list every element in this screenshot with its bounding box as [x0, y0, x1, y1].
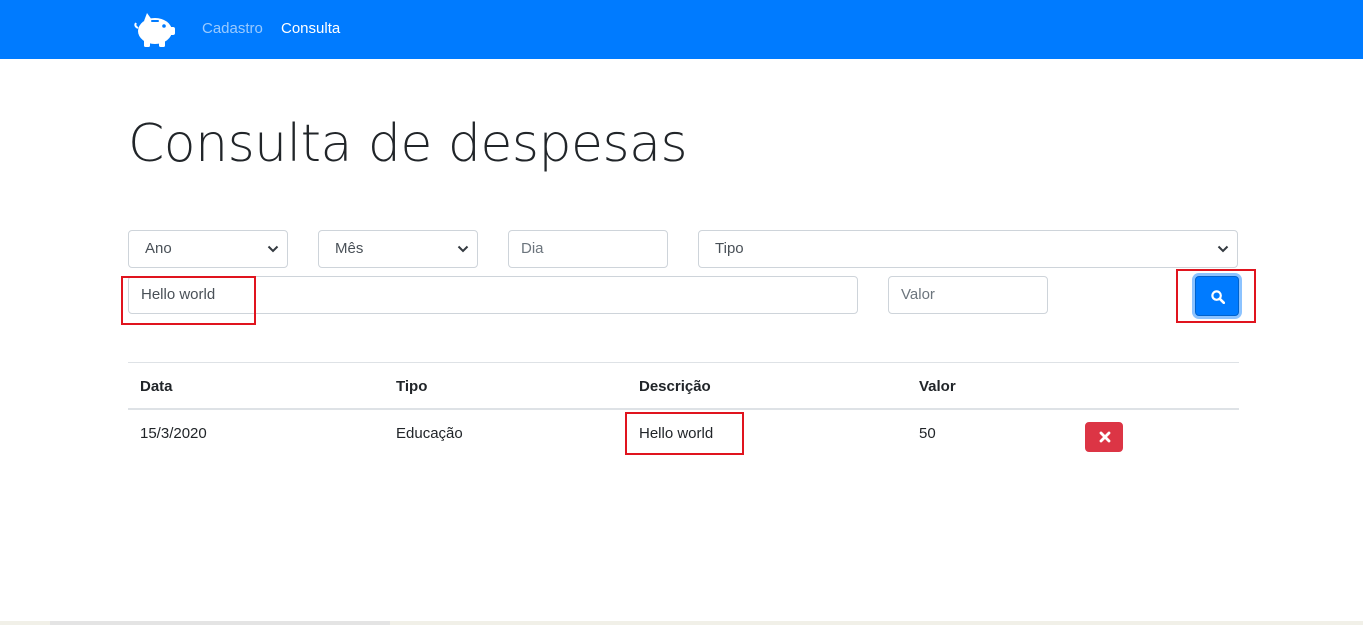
top-navbar: Cadastro Consulta — [0, 0, 1363, 59]
table-header-divider — [128, 408, 1239, 410]
year-select[interactable]: Ano — [128, 230, 288, 268]
cell-descricao: Hello world — [639, 425, 714, 442]
month-select-value: Mês — [335, 240, 364, 257]
cell-valor: 50 — [919, 425, 936, 442]
nav-link-cadastro[interactable]: Cadastro — [202, 20, 263, 38]
header-data: Data — [140, 378, 173, 395]
chevron-down-icon — [1217, 245, 1229, 253]
search-button[interactable] — [1195, 276, 1239, 316]
description-input[interactable]: Hello world — [128, 276, 858, 314]
description-input-value: Hello world — [141, 286, 216, 303]
search-icon — [1211, 290, 1225, 304]
header-tipo: Tipo — [396, 378, 428, 395]
type-select-value: Tipo — [715, 240, 744, 257]
cell-tipo: Educação — [396, 425, 463, 442]
cell-data: 15/3/2020 — [140, 425, 207, 442]
chevron-down-icon — [267, 245, 279, 253]
value-input-placeholder: Valor — [901, 286, 935, 303]
bottom-edge — [0, 621, 1363, 625]
delete-button[interactable] — [1085, 422, 1123, 452]
year-select-value: Ano — [145, 240, 172, 257]
type-select[interactable]: Tipo — [698, 230, 1238, 268]
page-title: Consulta de despesas — [128, 114, 688, 174]
month-select[interactable]: Mês — [318, 230, 478, 268]
table-top-divider — [128, 362, 1239, 363]
day-input[interactable]: Dia — [508, 230, 668, 268]
header-descricao: Descrição — [639, 378, 711, 395]
bottom-edge-segment — [50, 621, 390, 625]
value-input[interactable]: Valor — [888, 276, 1048, 314]
close-icon — [1099, 431, 1111, 443]
piggy-bank-icon[interactable] — [133, 10, 177, 48]
nav-link-consulta[interactable]: Consulta — [281, 20, 340, 38]
chevron-down-icon — [457, 245, 469, 253]
day-input-placeholder: Dia — [521, 240, 544, 257]
header-valor: Valor — [919, 378, 956, 395]
